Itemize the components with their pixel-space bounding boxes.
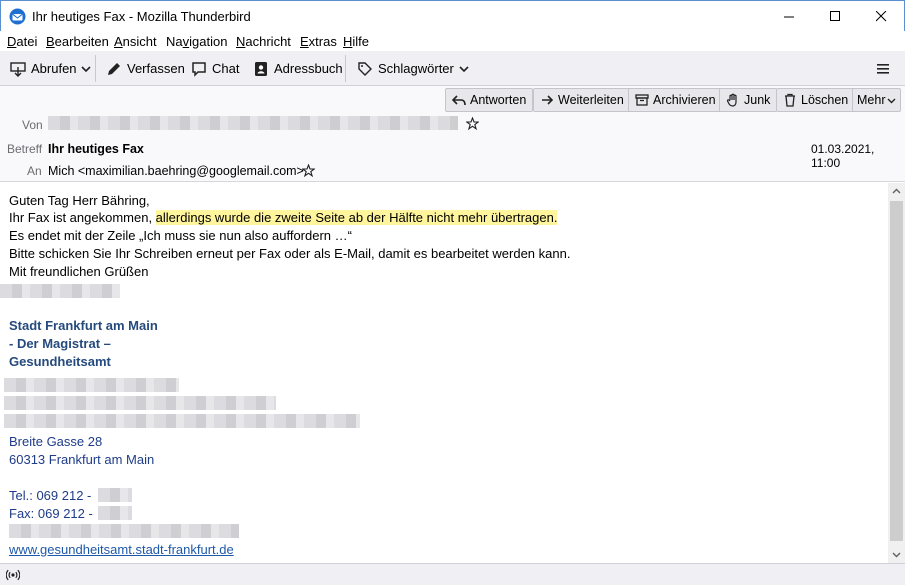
star-icon[interactable]	[302, 164, 315, 177]
reply-button[interactable]: Antworten	[445, 88, 534, 112]
minimize-button[interactable]	[766, 1, 812, 32]
thunderbird-icon	[9, 8, 26, 25]
junk-button[interactable]: Junk	[719, 88, 778, 112]
highlighted-text: allerdings wurde die zweite Seite ab der…	[155, 210, 558, 225]
junk-hand-icon	[726, 93, 737, 107]
scroll-down-button[interactable]	[888, 546, 905, 563]
menu-accesskey: v	[182, 34, 190, 49]
reply-icon	[452, 95, 466, 106]
app-menu-button[interactable]	[872, 57, 894, 80]
main-toolbar: Abrufen Verfassen Chat Adressbuch Schlag…	[0, 51, 905, 86]
signature-redacted	[4, 414, 360, 428]
star-icon[interactable]	[466, 117, 479, 130]
chevron-up-icon	[892, 188, 901, 194]
more-button[interactable]: Mehr	[852, 88, 902, 112]
scroll-up-button[interactable]	[888, 183, 905, 200]
sender-name-redacted	[0, 284, 120, 298]
body-greeting: Guten Tag Herr Bähring,	[9, 193, 150, 208]
window-title: Ihr heutiges Fax - Mozilla Thunderbird	[32, 9, 251, 24]
body-line: Es endet mit der Zeile „Ich muss sie nun…	[9, 228, 352, 243]
forward-icon	[542, 95, 554, 105]
maximize-button[interactable]	[812, 1, 858, 32]
menu-nachricht[interactable]: Nachricht	[236, 34, 291, 49]
to-label: An	[27, 164, 42, 178]
delete-button[interactable]: Löschen	[776, 88, 856, 112]
message-date: 01.03.2021, 11:00	[811, 142, 875, 170]
body-closing: Mit freundlichen Grüßen	[9, 264, 149, 279]
write-button[interactable]: Verfassen	[102, 57, 189, 80]
sender-redacted	[48, 116, 458, 130]
subject-value: Ihr heutiges Fax	[48, 142, 144, 156]
maximize-icon	[829, 11, 840, 21]
chevron-down-icon	[459, 65, 469, 72]
menu-extras[interactable]: Extras	[300, 34, 337, 49]
get-mail-button[interactable]: Abrufen	[6, 57, 81, 80]
chat-button[interactable]: Chat	[187, 57, 243, 80]
body-line: Ihr Fax ist angekommen, allerdings wurde…	[9, 210, 558, 225]
archive-icon	[635, 94, 649, 106]
chevron-down-icon	[81, 65, 91, 72]
toolbar-separator	[345, 55, 346, 82]
signature-org: Stadt Frankfurt am Main	[9, 318, 158, 333]
close-button[interactable]	[858, 1, 904, 32]
vertical-scrollbar[interactable]	[888, 183, 905, 563]
tag-icon	[358, 61, 372, 76]
from-label: Von	[22, 118, 43, 132]
pencil-icon	[108, 62, 120, 75]
menu-accesskey: N	[236, 34, 246, 49]
signature-department: - Der Magistrat –	[9, 336, 111, 351]
body-line: Bitte schicken Sie Ihr Schreiben erneut …	[9, 246, 571, 261]
signature-street: Breite Gasse 28	[9, 434, 103, 449]
minimize-icon	[783, 16, 794, 18]
signature-office: Gesundheitsamt	[9, 354, 111, 369]
menu-hilfe[interactable]: Hilfe	[343, 34, 369, 49]
message-body: Guten Tag Herr Bähring, Ihr Fax ist ange…	[0, 183, 888, 563]
subject-label: Betreff	[7, 142, 43, 156]
menu-bearbeiten[interactable]: Bearbeiten	[46, 34, 109, 49]
signature-redacted	[4, 378, 179, 392]
menu-accesskey: E	[300, 34, 309, 49]
hamburger-menu-icon	[877, 63, 889, 74]
scrollbar-thumb[interactable]	[890, 201, 903, 541]
fax-redacted	[98, 506, 132, 520]
tel-redacted	[98, 488, 132, 502]
signature-tel: Tel.: 069 212 -	[9, 488, 92, 503]
close-icon	[875, 11, 886, 22]
chat-icon	[192, 61, 206, 77]
address-book-icon	[255, 61, 267, 76]
download-icon	[10, 61, 26, 77]
get-mail-dropdown[interactable]	[78, 57, 94, 80]
forward-button[interactable]: Weiterleiten	[533, 88, 631, 112]
menu-accesskey: D	[7, 34, 17, 49]
chevron-down-icon	[892, 552, 901, 558]
title-bar: Ihr heutiges Fax - Mozilla Thunderbird	[0, 0, 905, 31]
email-redacted	[9, 524, 239, 538]
chevron-down-icon	[887, 98, 896, 103]
signature-city: 60313 Frankfurt am Main	[9, 452, 155, 467]
signature-redacted	[4, 396, 276, 410]
tags-button[interactable]: Schlagwörter	[353, 57, 473, 80]
recipient-value[interactable]: Mich <maximilian.baehring@googlemail.com…	[48, 164, 304, 178]
menu-ansicht[interactable]: Ansicht	[114, 34, 157, 49]
menu-accesskey: A	[114, 34, 123, 49]
address-book-button[interactable]: Adressbuch	[249, 57, 347, 80]
menu-datei[interactable]: Datei	[7, 34, 37, 49]
website-link[interactable]: www.gesundheitsamt.stadt-frankfurt.de	[9, 542, 234, 557]
status-bar	[0, 563, 905, 585]
menu-bar: Datei Bearbeiten Ansicht Navigation Nach…	[0, 31, 905, 51]
trash-icon	[785, 93, 795, 107]
online-status-icon[interactable]	[6, 568, 20, 582]
toolbar-separator	[95, 55, 96, 82]
archive-button[interactable]: Archivieren	[628, 88, 723, 112]
menu-accesskey: H	[343, 34, 353, 49]
menu-navigation[interactable]: Navigation	[166, 34, 227, 49]
menu-accesskey: B	[46, 34, 55, 49]
signature-fax: Fax: 069 212 -	[9, 506, 93, 521]
